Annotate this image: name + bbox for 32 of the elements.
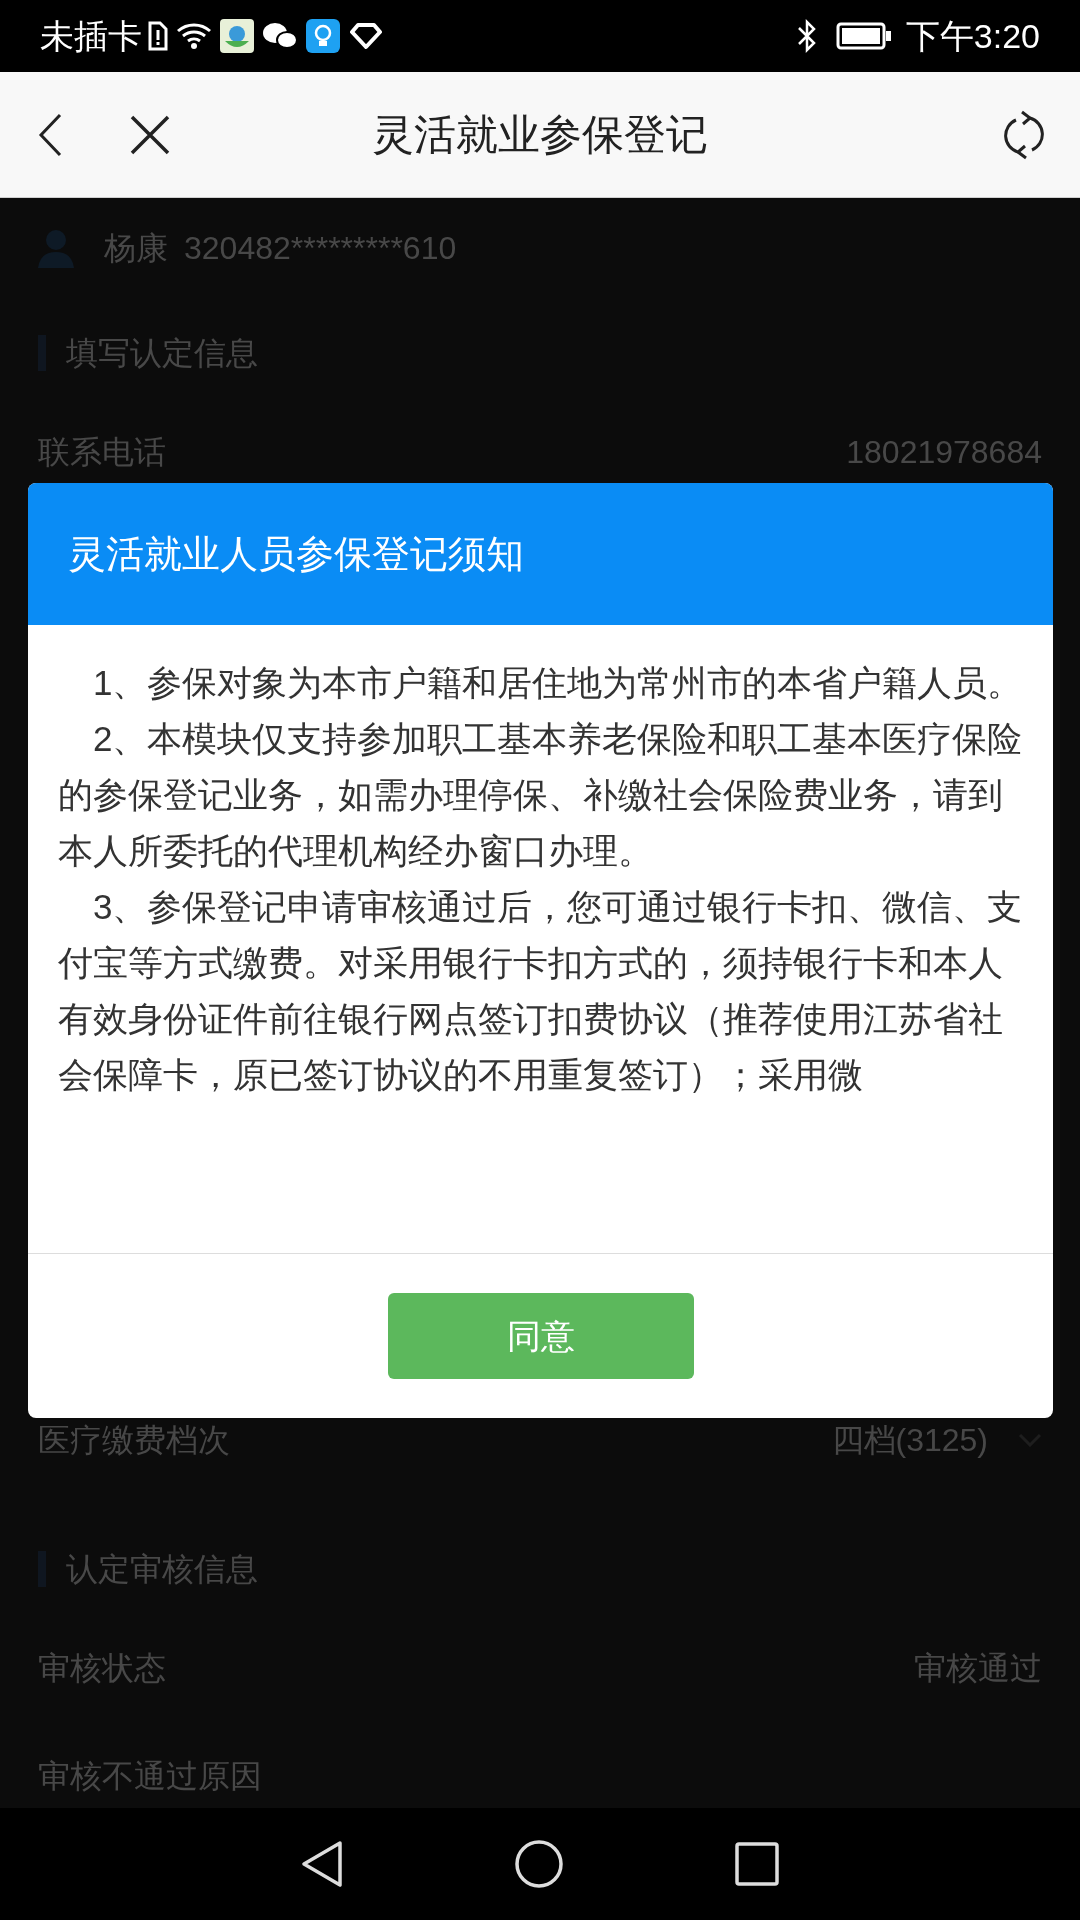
sim-alert-icon (146, 21, 168, 51)
field-value: 18021978684 (846, 433, 1042, 472)
clock-text: 下午3:20 (905, 15, 1040, 57)
nav-recents-icon[interactable] (734, 1841, 780, 1887)
field-label: 医疗缴费档次 (38, 1421, 230, 1460)
field-label: 联系电话 (38, 433, 166, 472)
notice-paragraph: 3、参保登记申请审核通过后，您可通过银行卡扣、微信、支付宝等方式缴费。对采用银行卡扣方式的，须持银行卡和本人有效身份证件前往银行网点签订扣费协议（推荐使用江苏省社会保障卡，原已签订协议的不用重复签订）；采用微 (58, 886, 1023, 1096)
field-value: 四档(3125) (831, 1421, 988, 1460)
page-title: 灵活就业参保登记 (372, 111, 708, 158)
field-label: 审核不通过原因 (38, 1757, 262, 1796)
diamond-icon (350, 22, 382, 50)
section-title: 填写认定信息 (66, 334, 258, 373)
carrier-text: 未插卡 (40, 15, 142, 57)
refresh-icon (1002, 109, 1046, 160)
agree-button[interactable]: 同意 (387, 1293, 694, 1379)
user-icon (38, 228, 74, 268)
nav-home-icon[interactable] (514, 1839, 564, 1889)
field-value: 审核通过 (914, 1649, 1042, 1688)
section-title: 认定审核信息 (66, 1550, 258, 1589)
close-icon (130, 114, 170, 155)
field-label: 审核状态 (38, 1649, 166, 1688)
user-name: 杨康 (104, 229, 168, 268)
notice-paragraph: 2、本模块仅支持参加职工基本养老保险和职工基本医疗保险的参保登记业务，如需办理停保、补缴社会保险费业务，请到本人所委托的代理机构经办窗口办理。 (58, 718, 1023, 872)
battery-icon (835, 22, 892, 50)
dialog-title: 灵活就业人员参保登记须知 (68, 531, 524, 577)
nav-back-icon[interactable] (300, 1840, 344, 1888)
app-icon (220, 19, 254, 53)
id-number: 320482*********610 (184, 229, 457, 268)
bulb-app-icon (306, 19, 340, 53)
bluetooth-icon (795, 19, 818, 53)
back-icon (38, 112, 62, 157)
notice-paragraph: 1、参保对象为本市户籍和居住地为常州市的本省户籍人员。 (92, 662, 1023, 704)
